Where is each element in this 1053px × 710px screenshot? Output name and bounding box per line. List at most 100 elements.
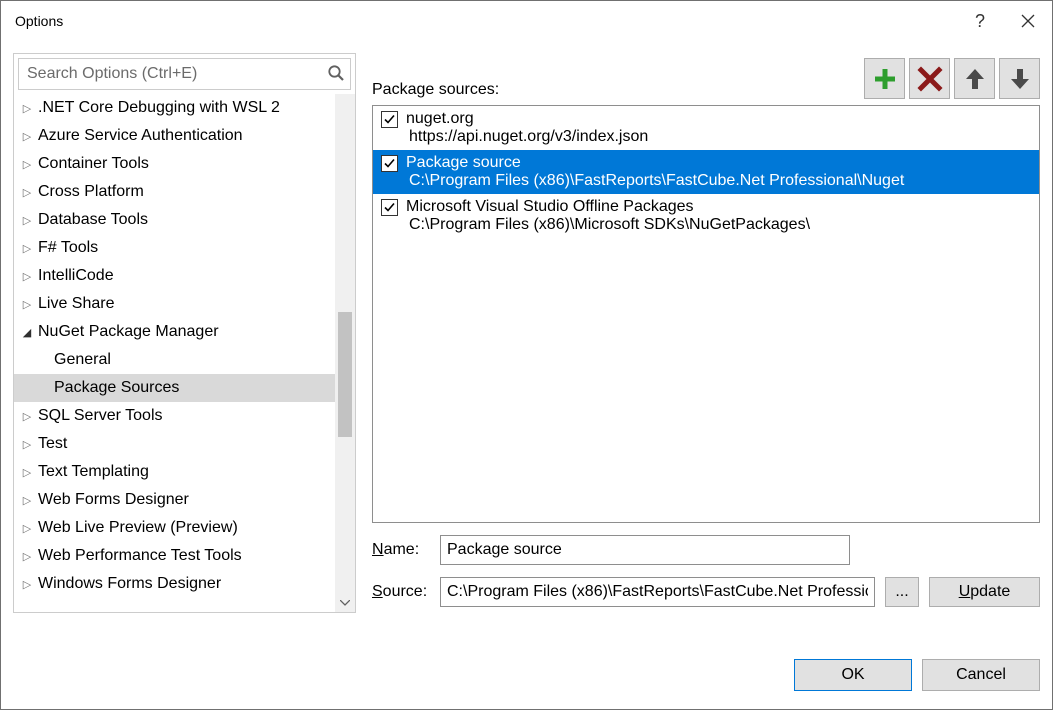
caret-right-icon: ▷: [20, 578, 34, 591]
name-label: Name:: [372, 541, 430, 559]
ok-button[interactable]: OK: [794, 659, 912, 691]
scroll-thumb[interactable]: [338, 312, 352, 437]
tree-item[interactable]: ◢NuGet Package Manager: [14, 318, 335, 346]
cancel-button[interactable]: Cancel: [922, 659, 1040, 691]
tree-item-label: Web Live Preview (Preview): [38, 519, 238, 537]
options-tree[interactable]: ▷ .NET Core Debugging with WSL 2 ▷Azure Se…: [14, 94, 335, 612]
caret-right-icon: ▷: [20, 522, 34, 535]
tree-scrollbar[interactable]: [335, 94, 355, 612]
tree-item[interactable]: ▷ SQL Server Tools: [14, 402, 335, 430]
tree-item-label: .NET Core Debugging with WSL 2: [38, 99, 280, 117]
x-icon: [917, 66, 943, 92]
tree-item-label: NuGet Package Manager: [38, 323, 219, 341]
dialog-footer: OK Cancel: [1, 641, 1052, 709]
options-tree-wrap: ▷ .NET Core Debugging with WSL 2 ▷Azure Se…: [14, 94, 355, 612]
tree-item[interactable]: ▷ Live Share: [14, 290, 335, 318]
caret-right-icon: ▷: [20, 438, 34, 451]
source-checkbox[interactable]: [381, 155, 398, 172]
caret-right-icon: ▷: [20, 130, 34, 143]
tree-item[interactable]: ▷ Web Forms Designer: [14, 486, 335, 514]
help-button[interactable]: ?: [956, 1, 1004, 41]
package-source-item[interactable]: Package sourceC:\Program Files (x86)\Fas…: [373, 150, 1039, 194]
package-sources-list[interactable]: nuget.orghttps://api.nuget.org/v3/index.…: [372, 105, 1040, 523]
close-icon: [1021, 14, 1035, 28]
options-dialog: Options ? ▷ .NET Core Debugging with WSL …: [0, 0, 1053, 710]
scroll-down-arrow[interactable]: [335, 594, 355, 612]
remove-source-button[interactable]: [909, 58, 950, 99]
caret-right-icon: ▷: [20, 410, 34, 423]
tree-item[interactable]: ▷IntelliCode: [14, 262, 335, 290]
search-icon: [327, 64, 345, 85]
package-source-item[interactable]: Microsoft Visual Studio Offline Packages…: [373, 194, 1039, 238]
source-input[interactable]: [440, 577, 875, 607]
tree-item[interactable]: ▷ Test: [14, 430, 335, 458]
caret-right-icon: ▷: [20, 102, 34, 115]
window-title: Options: [15, 13, 63, 29]
source-label: Source:: [372, 583, 430, 601]
tree-item-label: Live Share: [38, 295, 115, 313]
move-up-button[interactable]: [954, 58, 995, 99]
tree-subitem[interactable]: General: [14, 346, 335, 374]
caret-right-icon: ▷: [20, 494, 34, 507]
tree-item[interactable]: ▷Azure Service Authentication: [14, 122, 335, 150]
caret-right-icon: ▷: [20, 466, 34, 479]
search-input[interactable]: [18, 58, 351, 90]
caret-right-icon: ▷: [20, 270, 34, 283]
tree-item-label: Container Tools: [38, 155, 149, 173]
source-path: https://api.nuget.org/v3/index.json: [381, 128, 1035, 146]
source-checkbox[interactable]: [381, 111, 398, 128]
tree-item[interactable]: ▷ Container Tools: [14, 150, 335, 178]
caret-right-icon: ▷: [20, 298, 34, 311]
tree-subitem[interactable]: Package Sources: [14, 374, 335, 402]
caret-right-icon: ▷: [20, 214, 34, 227]
plus-icon: [872, 66, 898, 92]
tree-item-label: General: [54, 351, 111, 369]
source-name: Package source: [406, 154, 521, 172]
source-row: Source: ... Update: [372, 577, 1040, 607]
tree-item-label: SQL Server Tools: [38, 407, 163, 425]
package-source-item[interactable]: nuget.orghttps://api.nuget.org/v3/index.…: [373, 106, 1039, 150]
update-button[interactable]: Update: [929, 577, 1040, 607]
caret-right-icon: ▷: [20, 550, 34, 563]
add-source-button[interactable]: [864, 58, 905, 99]
browse-button[interactable]: ...: [885, 577, 919, 607]
close-button[interactable]: [1004, 1, 1052, 41]
source-checkbox[interactable]: [381, 199, 398, 216]
options-nav-panel: ▷ .NET Core Debugging with WSL 2 ▷Azure Se…: [13, 53, 356, 613]
source-name: nuget.org: [406, 110, 474, 128]
tree-item-label: Web Performance Test Tools: [38, 547, 242, 565]
tree-item[interactable]: ▷ Web Live Preview (Preview): [14, 514, 335, 542]
caret-right-icon: ▷: [20, 158, 34, 171]
tree-item-label: Package Sources: [54, 379, 179, 397]
name-row: Name:: [372, 535, 1040, 565]
tree-item[interactable]: ▷ Text Templating: [14, 458, 335, 486]
tree-item[interactable]: ▷ Windows Forms Designer: [14, 570, 335, 598]
tree-item[interactable]: ▷ F# Tools: [14, 234, 335, 262]
tree-item[interactable]: ▷ .NET Core Debugging with WSL 2: [14, 94, 335, 122]
arrow-up-icon: [964, 66, 986, 92]
package-sources-panel: Package sources: nuget.orght: [372, 53, 1040, 641]
source-path: C:\Program Files (x86)\FastReports\FastC…: [381, 172, 1035, 190]
tree-item-label: Windows Forms Designer: [38, 575, 221, 593]
title-controls: ?: [956, 1, 1052, 41]
tree-item[interactable]: ▷ Cross Platform: [14, 178, 335, 206]
caret-right-icon: ▷: [20, 242, 34, 255]
tree-item-label: Database Tools: [38, 211, 148, 229]
tree-item-label: Web Forms Designer: [38, 491, 189, 509]
tree-item-label: Text Templating: [38, 463, 149, 481]
tree-item-label: F# Tools: [38, 239, 98, 257]
tree-item[interactable]: ▷ Database Tools: [14, 206, 335, 234]
panel-header: Package sources:: [372, 53, 1040, 99]
package-sources-label: Package sources:: [372, 81, 499, 99]
chevron-down-icon: [340, 600, 350, 606]
tree-item-label: Cross Platform: [38, 183, 144, 201]
name-input[interactable]: [440, 535, 850, 565]
source-name: Microsoft Visual Studio Offline Packages: [406, 198, 694, 216]
caret-right-icon: ▷: [20, 186, 34, 199]
help-icon: ?: [975, 11, 985, 32]
dialog-body: ▷ .NET Core Debugging with WSL 2 ▷Azure Se…: [1, 41, 1052, 641]
tree-item-label: Test: [38, 435, 67, 453]
titlebar: Options ?: [1, 1, 1052, 41]
tree-item[interactable]: ▷ Web Performance Test Tools: [14, 542, 335, 570]
move-down-button[interactable]: [999, 58, 1040, 99]
